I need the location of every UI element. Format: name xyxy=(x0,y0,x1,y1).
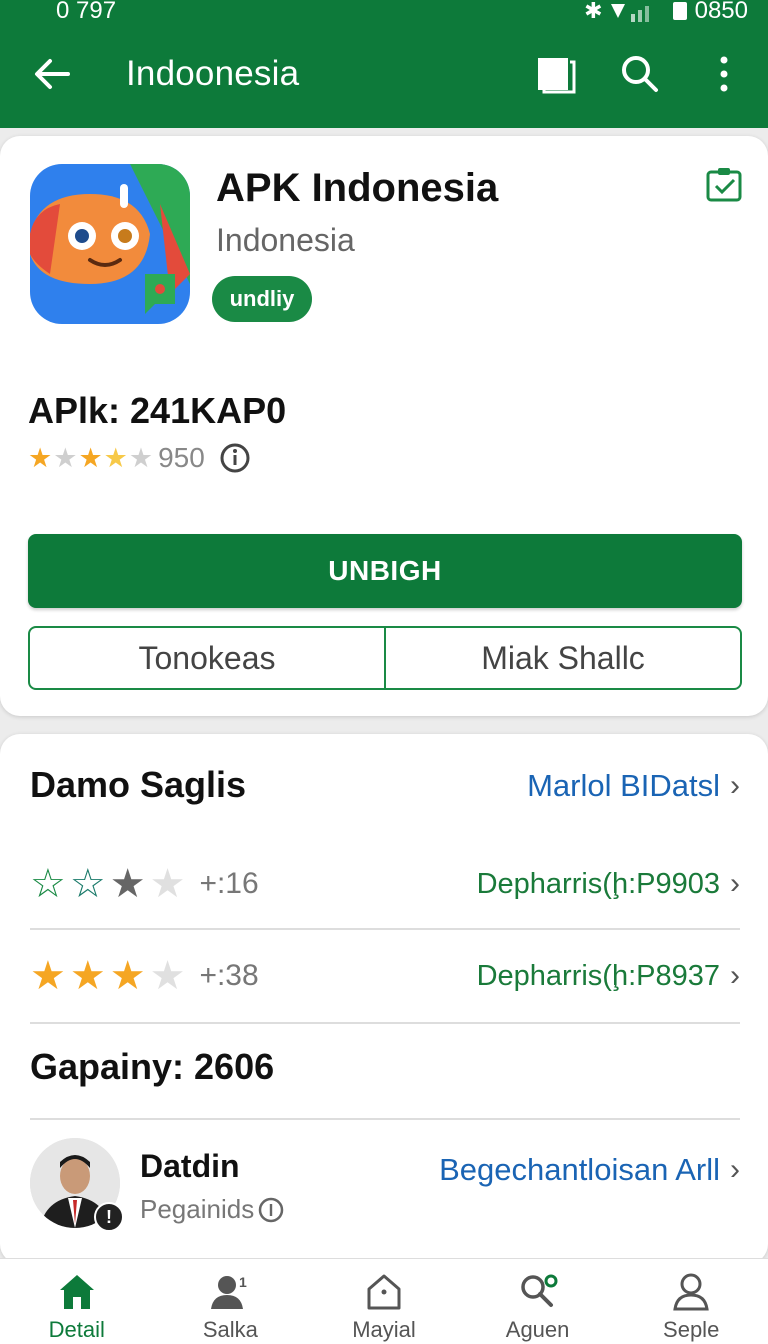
star-filled-icon: ★ xyxy=(28,442,53,473)
chevron-right-icon: › xyxy=(730,1153,740,1186)
bottom-navigation: Detail 1 Salka Mayial Aguen Seple xyxy=(0,1258,768,1344)
row-link[interactable]: Depharris(ḩ:P9903 › xyxy=(477,867,740,901)
segment-right-button[interactable]: Miak Shallc xyxy=(384,628,740,688)
row-link[interactable]: Depharris(ḩ:P8937 › xyxy=(477,959,740,993)
app-header-card: APK Indonesia Indonesia undliy APlk: 241… xyxy=(0,136,768,716)
divider xyxy=(30,1022,740,1024)
section-link-label: Marlol BIDatsl xyxy=(527,768,720,803)
nav-detail[interactable]: Detail xyxy=(0,1259,154,1344)
app-title: APK Indonesia xyxy=(216,166,499,210)
rating-value: +:38 xyxy=(199,959,259,992)
app-bar: 0 797 ✱ 0850 Indoonesia xyxy=(0,0,768,128)
divider xyxy=(30,1118,740,1120)
star-filled-icon: ★ xyxy=(103,442,128,473)
rating-detail-row[interactable]: ★ ★ ★ ★ +:38 Depharris(ḩ:P8937 › xyxy=(30,930,740,1022)
signal-icon xyxy=(610,1,665,22)
chevron-right-icon: › xyxy=(730,769,740,802)
star-filled-icon: ★ xyxy=(69,954,106,998)
row-link-label: Depharris(ḩ:P8937 xyxy=(476,959,720,992)
nav-aguen[interactable]: Aguen xyxy=(461,1259,615,1344)
home-icon xyxy=(59,1275,94,1309)
details-card: Damo Saglis Marlol BIDatsl › ☆ ☆ ★ ★ +:1… xyxy=(0,734,768,1264)
page-title: Indoonesia xyxy=(126,54,300,93)
search-icon[interactable] xyxy=(618,52,662,96)
status-battery-text: 0850 xyxy=(694,0,748,24)
info-icon[interactable] xyxy=(258,1197,284,1223)
bluetooth-icon: ✱ xyxy=(584,0,603,23)
rating-value: +:16 xyxy=(199,867,259,900)
profile-icon xyxy=(673,1273,709,1311)
chevron-right-icon: › xyxy=(730,959,740,992)
star-empty-icon: ★ xyxy=(149,954,186,998)
app-logo-icon xyxy=(30,164,190,324)
book-icon[interactable] xyxy=(534,52,578,96)
star-filled-icon: ★ xyxy=(30,954,66,998)
star-outline-icon: ☆ xyxy=(30,862,66,906)
status-bar: 0 797 ✱ 0850 xyxy=(0,0,768,28)
back-arrow-icon[interactable] xyxy=(32,54,72,94)
developer-link[interactable]: Begechantloisan Arll › xyxy=(439,1152,740,1188)
battery-icon xyxy=(672,2,687,20)
developer-name: Datdin xyxy=(140,1148,240,1184)
rating-stars: ★ ★ ★ ★ xyxy=(30,956,185,996)
nav-label: Detail xyxy=(48,1317,105,1342)
svg-text:1: 1 xyxy=(239,1274,247,1290)
person-icon: 1 xyxy=(211,1274,247,1309)
rating-detail-row[interactable]: ☆ ☆ ★ ★ +:16 Depharris(ḩ:P9903 › xyxy=(30,838,740,930)
search-user-icon xyxy=(520,1274,558,1307)
nav-label: Seple xyxy=(663,1317,720,1342)
nav-label: Mayial xyxy=(352,1317,416,1342)
developer-subtitle: Pegainids xyxy=(140,1194,255,1224)
nav-salka[interactable]: 1 Salka xyxy=(154,1259,308,1344)
app-version: APlk: 241KAP0 xyxy=(28,390,287,431)
status-badge[interactable]: undliy xyxy=(212,276,312,322)
alert-badge-icon: ! xyxy=(94,1202,124,1232)
app-subtitle: Indonesia xyxy=(216,222,355,258)
star-empty-icon: ★ xyxy=(149,862,186,906)
section-title: Damo Saglis xyxy=(30,764,247,805)
info-icon[interactable] xyxy=(219,442,251,474)
row-link-label: Depharris(ḩ:P9903 xyxy=(476,867,720,900)
segmented-control: Tonokeas Miak Shallc xyxy=(28,626,742,690)
star-empty-icon: ★ xyxy=(128,442,154,473)
nav-label: Aguen xyxy=(505,1317,570,1342)
developer-row[interactable]: ! Datdin Pegainids Begechantloisan Arll … xyxy=(30,1138,740,1234)
status-icons: ✱ 0850 xyxy=(584,0,748,25)
nav-seple[interactable]: Seple xyxy=(614,1259,768,1344)
developer-link-label: Begechantloisan Arll xyxy=(439,1152,720,1187)
star-empty-icon: ★ xyxy=(53,442,78,473)
rating-stars: ☆ ☆ ★ ★ xyxy=(30,864,185,904)
company-title: Gapainy: 2606 xyxy=(30,1046,275,1087)
rating-row: ★ ★ ★ ★ ★ 950 xyxy=(28,442,251,474)
star-outline-icon: ☆ xyxy=(69,862,106,906)
segment-left-button[interactable]: Tonokeas xyxy=(30,628,384,688)
status-time: 0 797 xyxy=(56,0,117,24)
chevron-right-icon: › xyxy=(730,867,740,900)
star-filled-icon: ★ xyxy=(78,442,103,473)
section-link[interactable]: Marlol BIDatsl › xyxy=(527,768,740,804)
star-filled-icon: ★ xyxy=(109,954,146,998)
toolbar: Indoonesia xyxy=(0,40,768,108)
more-vert-icon[interactable] xyxy=(702,52,746,96)
rating-count: 950 xyxy=(158,442,205,473)
nav-mayial[interactable]: Mayial xyxy=(307,1259,461,1344)
house-outline-icon xyxy=(367,1274,401,1310)
install-button[interactable]: UNBIGH xyxy=(28,534,742,608)
clipboard-check-icon[interactable] xyxy=(704,164,744,204)
developer-subtitle-row: Pegainids xyxy=(140,1194,284,1225)
star-filled-icon: ★ xyxy=(109,862,146,906)
nav-label: Salka xyxy=(202,1317,258,1342)
